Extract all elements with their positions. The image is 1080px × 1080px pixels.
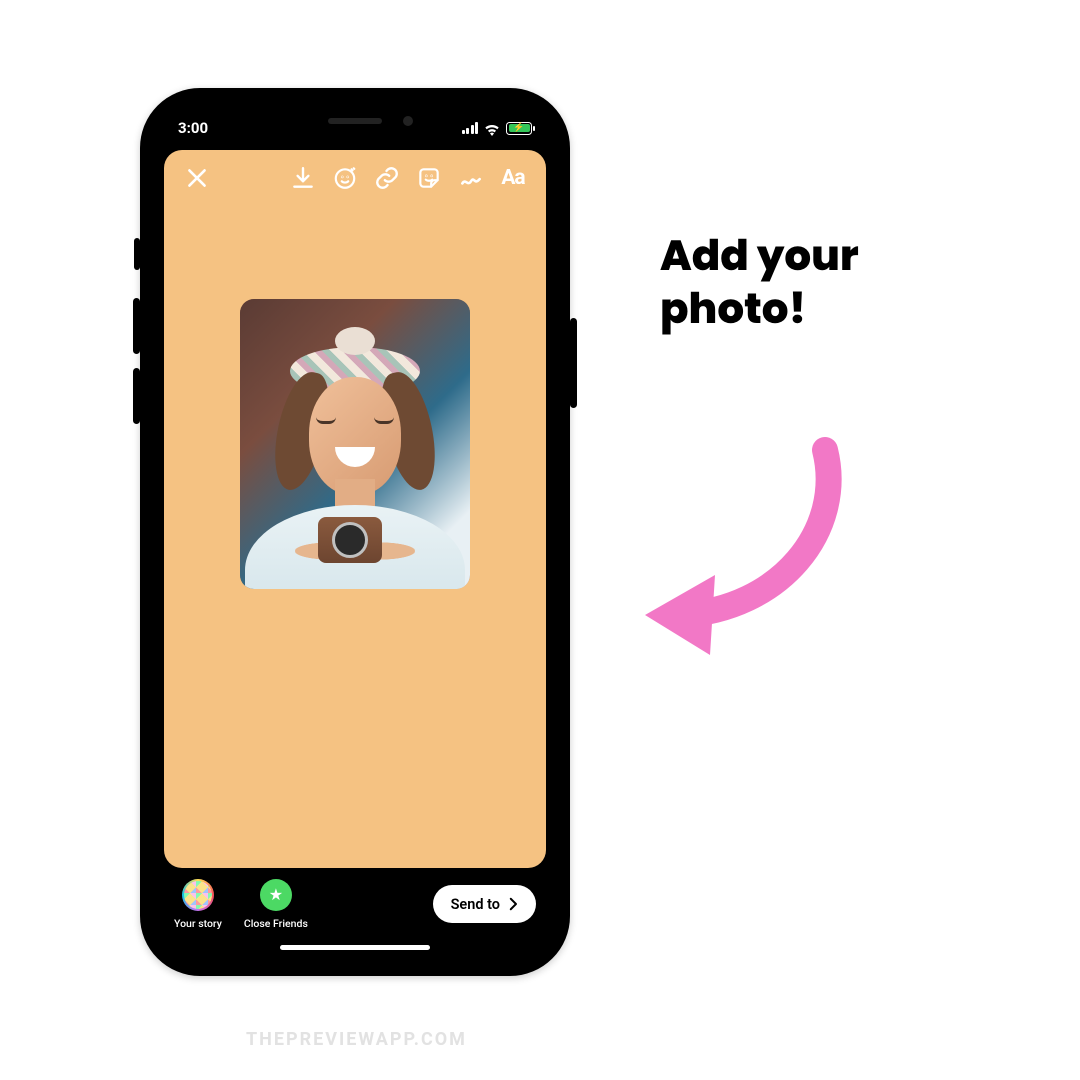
close-friends-label: Close Friends — [244, 917, 308, 930]
send-to-label: Send to — [451, 896, 500, 913]
annotation-line-1: Add your — [660, 230, 859, 283]
send-to-button[interactable]: Send to — [433, 885, 536, 923]
silent-switch — [134, 238, 140, 270]
close-friends-button[interactable]: ★ Close Friends — [244, 879, 308, 930]
story-ring-icon — [182, 879, 214, 911]
annotation-line-2: photo! — [660, 283, 859, 336]
wifi-icon — [484, 122, 500, 134]
sticker-button[interactable] — [412, 161, 446, 195]
volume-up-button — [133, 298, 140, 354]
annotation-text: Add your photo! — [660, 230, 859, 335]
speaker-grill — [328, 118, 382, 124]
power-button — [570, 318, 577, 408]
story-canvas[interactable]: Aa — [164, 150, 546, 868]
cellular-signal-icon — [462, 122, 479, 134]
close-friends-star-icon: ★ — [260, 879, 292, 911]
battery-icon: ⚡ — [506, 122, 532, 135]
status-time: 3:00 — [178, 119, 208, 137]
draw-button[interactable] — [454, 161, 488, 195]
home-indicator — [280, 945, 430, 950]
arrow-icon — [620, 420, 880, 660]
charging-bolt-icon: ⚡ — [513, 124, 524, 133]
inserted-photo[interactable] — [240, 299, 470, 589]
your-story-button[interactable]: Your story — [174, 879, 222, 930]
watermark: THEPREVIEWAPP.COM — [246, 1029, 467, 1050]
status-right: ⚡ — [462, 122, 533, 135]
close-button[interactable] — [180, 161, 214, 195]
front-camera — [403, 116, 413, 126]
link-button[interactable] — [370, 161, 404, 195]
volume-down-button — [133, 368, 140, 424]
your-story-label: Your story — [174, 917, 222, 930]
download-button[interactable] — [286, 161, 320, 195]
phone-notch — [255, 106, 455, 136]
text-button[interactable]: Aa — [496, 161, 530, 195]
chevron-right-icon — [504, 895, 522, 913]
effects-button[interactable] — [328, 161, 362, 195]
phone-mockup: 3:00 ⚡ — [140, 88, 570, 976]
story-toolbar: Aa — [164, 150, 546, 206]
phone-screen: 3:00 ⚡ — [158, 106, 552, 958]
text-tool-label: Aa — [501, 166, 524, 190]
